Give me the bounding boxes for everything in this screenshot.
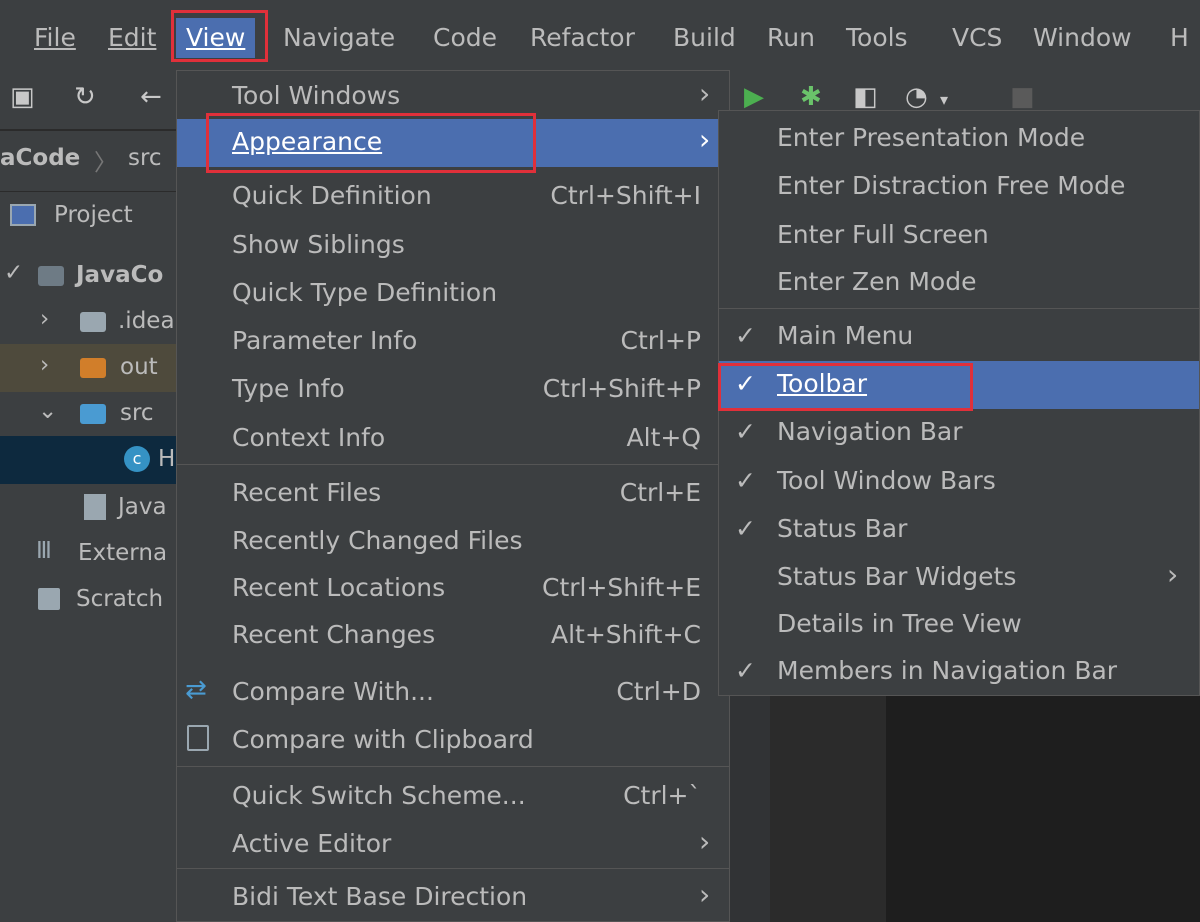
project-window-icon [10, 204, 36, 226]
submenu-arrow-icon: › [699, 77, 711, 110]
expand-icon: › [40, 352, 50, 378]
menu-item-details-in-tree-view[interactable]: Details in Tree View [719, 601, 1199, 649]
menu-window[interactable]: Window [1033, 18, 1132, 58]
class-icon: c [124, 446, 150, 472]
menu-run[interactable]: Run [767, 18, 815, 58]
menu-item-tool-windows[interactable]: Tool Windows › [177, 73, 729, 121]
expand-icon: › [40, 306, 50, 332]
tree-row-module[interactable]: ✓ JavaCo [0, 252, 180, 300]
project-header[interactable]: Project [0, 192, 180, 240]
menu-code[interactable]: Code [433, 18, 497, 58]
main-menu-bar: File Edit View Navigate Code Refactor Bu… [0, 0, 1200, 70]
appearance-submenu: Enter Presentation Mode Enter Distractio… [718, 110, 1200, 696]
menu-item-type-info[interactable]: Type Info Ctrl+Shift+P [177, 366, 729, 414]
navigation-bar: aCode 〉 src [0, 131, 180, 191]
tree-row-src[interactable]: ⌄ src [0, 390, 180, 438]
collapse-icon: ✓ [4, 260, 24, 286]
checkmark-icon: ✓ [735, 321, 756, 350]
menu-item-active-editor[interactable]: Active Editor › [177, 821, 729, 869]
coverage-icon[interactable]: ◧ [853, 82, 878, 112]
menu-separator [177, 766, 729, 767]
editor-area [770, 690, 886, 922]
menu-item-enter-presentation-mode[interactable]: Enter Presentation Mode [719, 115, 1199, 163]
menu-item-enter-full-screen[interactable]: Enter Full Screen [719, 212, 1199, 260]
menu-item-compare-with-clipboard[interactable]: Compare with Clipboard [177, 717, 729, 765]
menu-item-compare-with[interactable]: ⇄ Compare With... Ctrl+D [177, 669, 729, 717]
menu-item-main-menu[interactable]: ✓ Main Menu [719, 313, 1199, 361]
menu-refactor[interactable]: Refactor [530, 18, 635, 58]
collapse-icon: ⌄ [38, 398, 58, 424]
view-menu-dropdown: Tool Windows › Appearance › Quick Defini… [176, 70, 730, 922]
submenu-arrow-icon: › [699, 878, 711, 911]
tree-row-iml[interactable]: Java [0, 484, 180, 532]
tree-row-out[interactable]: › out [0, 344, 180, 392]
source-folder-icon [80, 404, 106, 424]
menu-item-recently-changed-files[interactable]: Recently Changed Files [177, 518, 729, 566]
tree-row-class[interactable]: c H [0, 436, 180, 484]
back-arrow-icon[interactable]: ← [140, 82, 162, 112]
checkmark-icon: ✓ [735, 417, 756, 446]
menu-item-navigation-bar[interactable]: ✓ Navigation Bar [719, 409, 1199, 457]
submenu-arrow-icon: › [1167, 558, 1179, 591]
menu-separator [177, 464, 729, 465]
menu-item-show-siblings[interactable]: Show Siblings [177, 222, 729, 270]
breadcrumb-separator: 〉 [94, 150, 117, 176]
editor-content [886, 690, 1200, 922]
dropdown-icon[interactable]: ▾ [940, 90, 948, 109]
menu-item-quick-definition[interactable]: Quick Definition Ctrl+Shift+I [177, 173, 729, 221]
menu-file[interactable]: File [34, 18, 76, 58]
profile-icon[interactable]: ◔ [905, 82, 928, 112]
clipboard-icon [187, 725, 209, 751]
menu-item-context-info[interactable]: Context Info Alt+Q [177, 415, 729, 463]
menu-item-quick-type-definition[interactable]: Quick Type Definition [177, 270, 729, 318]
menu-tools[interactable]: Tools [846, 18, 908, 58]
menu-item-bidi-text-base-direction[interactable]: Bidi Text Base Direction › [177, 874, 729, 922]
libraries-icon: Ⅲ [36, 538, 52, 564]
submenu-arrow-icon: › [699, 123, 711, 156]
folder-icon [80, 312, 106, 332]
submenu-arrow-icon: › [699, 825, 711, 858]
menu-item-parameter-info[interactable]: Parameter Info Ctrl+P [177, 318, 729, 366]
menu-navigate[interactable]: Navigate [283, 18, 395, 58]
breadcrumb-src[interactable]: src [128, 145, 162, 171]
menu-item-recent-files[interactable]: Recent Files Ctrl+E [177, 470, 729, 518]
module-file-icon [84, 494, 106, 520]
checkmark-icon: ✓ [735, 656, 756, 685]
checkmark-icon: ✓ [735, 514, 756, 543]
menu-item-appearance[interactable]: Appearance › [177, 119, 729, 167]
menu-item-toolbar[interactable]: ✓ Toolbar [719, 361, 1199, 409]
menu-item-tool-window-bars[interactable]: ✓ Tool Window Bars [719, 458, 1199, 506]
run-icon[interactable]: ▶ [744, 82, 764, 112]
checkmark-icon: ✓ [735, 466, 756, 495]
menu-vcs[interactable]: VCS [952, 18, 1002, 58]
save-icon[interactable]: ▣ [10, 82, 35, 112]
menu-help[interactable]: H [1170, 18, 1189, 58]
menu-item-status-bar-widgets[interactable]: Status Bar Widgets › [719, 554, 1199, 602]
scratches-icon [38, 588, 60, 610]
breadcrumb-project[interactable]: aCode [0, 145, 80, 171]
tree-row-scratches[interactable]: Scratch [0, 576, 180, 624]
project-tool-window: Project ✓ JavaCo › .idea › out ⌄ src c H… [0, 192, 180, 922]
menu-item-recent-locations[interactable]: Recent Locations Ctrl+Shift+E [177, 565, 729, 613]
excluded-folder-icon [80, 358, 106, 378]
menu-item-members-in-navigation-bar[interactable]: ✓ Members in Navigation Bar [719, 648, 1199, 696]
tree-row-external-libraries[interactable]: Ⅲ Externa [0, 530, 180, 578]
stop-icon[interactable]: ■ [1010, 82, 1035, 112]
menu-edit[interactable]: Edit [108, 18, 156, 58]
menu-separator [177, 868, 729, 869]
debug-icon[interactable]: ✱ [800, 82, 822, 112]
menu-item-enter-zen-mode[interactable]: Enter Zen Mode [719, 259, 1199, 307]
menu-build[interactable]: Build [673, 18, 736, 58]
menu-view[interactable]: View [176, 18, 256, 58]
menu-separator [719, 308, 1199, 309]
compare-icon: ⇄ [185, 675, 207, 705]
tree-row-idea[interactable]: › .idea [0, 298, 180, 346]
menu-item-recent-changes[interactable]: Recent Changes Alt+Shift+C [177, 612, 729, 660]
menu-item-status-bar[interactable]: ✓ Status Bar [719, 506, 1199, 554]
menu-item-enter-distraction-free-mode[interactable]: Enter Distraction Free Mode [719, 163, 1199, 211]
menu-item-quick-switch-scheme[interactable]: Quick Switch Scheme... Ctrl+` [177, 773, 729, 821]
module-folder-icon [38, 266, 64, 286]
sync-icon[interactable]: ↻ [74, 82, 96, 112]
checkmark-icon: ✓ [735, 369, 756, 398]
